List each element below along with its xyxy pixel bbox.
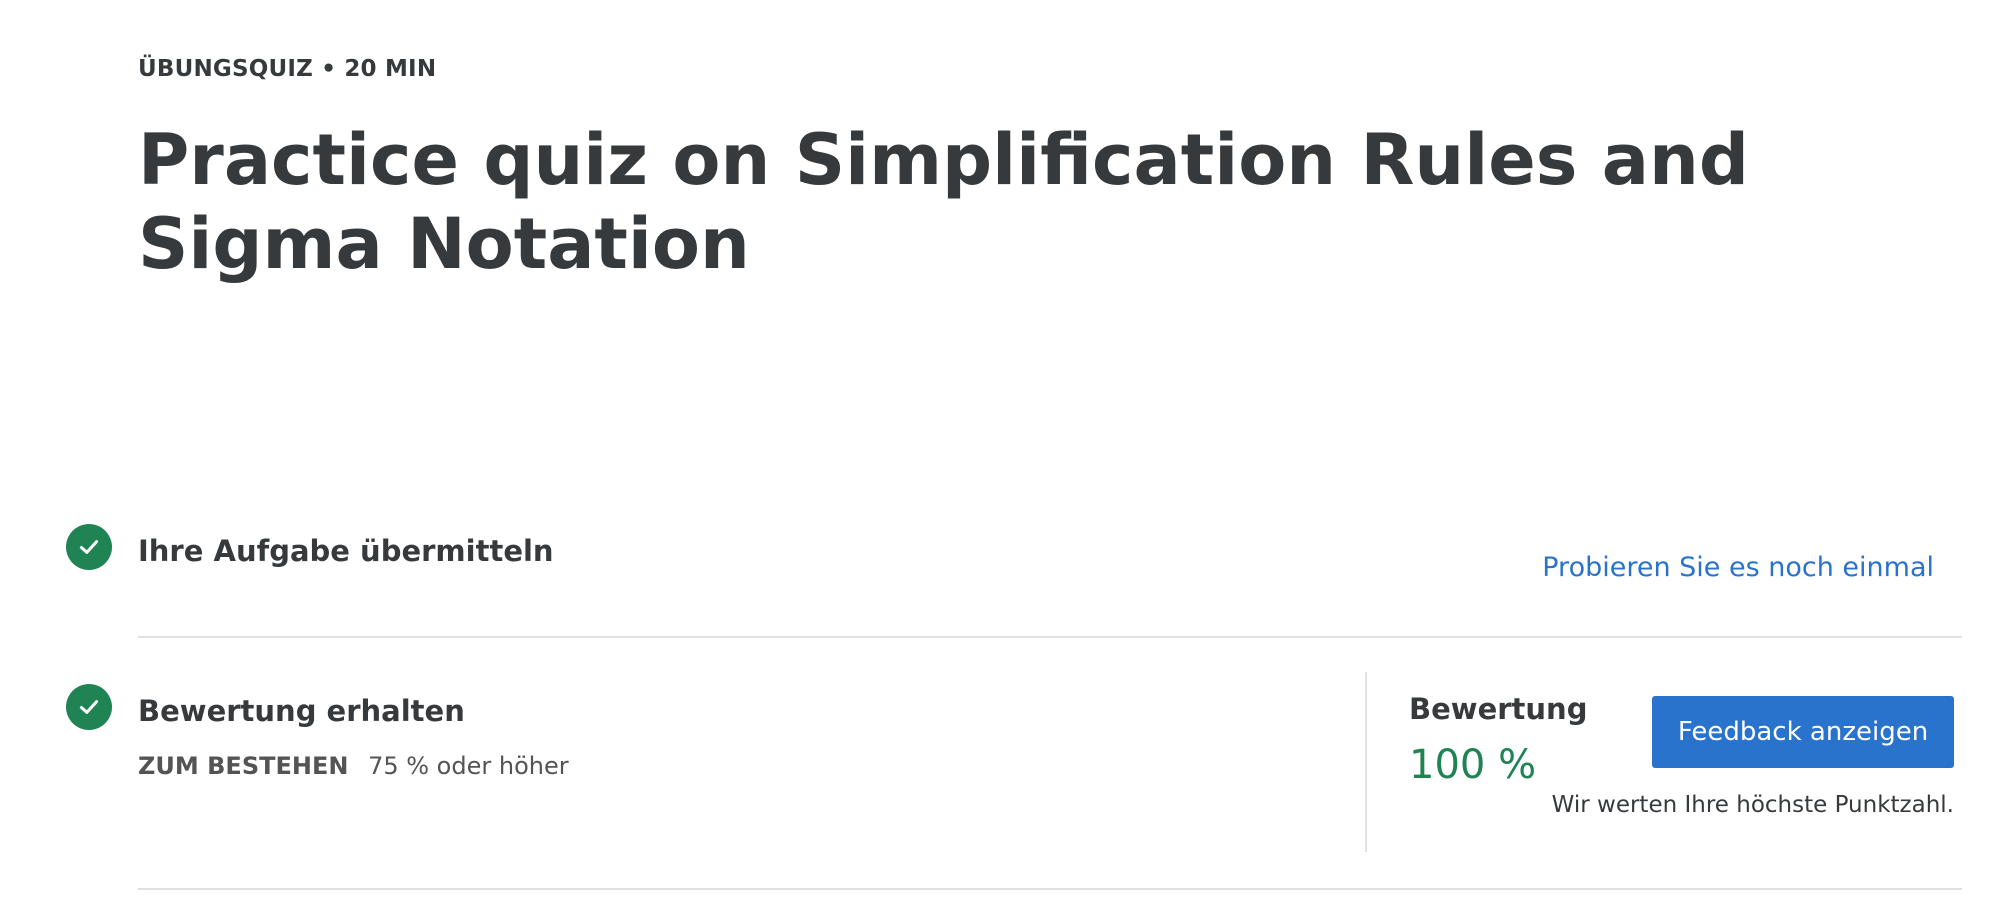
- check-circle-icon: [66, 524, 112, 570]
- check-circle-icon: [66, 684, 112, 730]
- section-divider: [138, 888, 1962, 890]
- pass-value: 75 % oder höher: [368, 752, 569, 780]
- feedback-button[interactable]: Feedback anzeigen: [1652, 696, 1954, 768]
- checkmark-glyph: [79, 540, 99, 554]
- grade-divider: [1365, 672, 1367, 852]
- quiz-eyebrow: ÜBUNGSQUIZ • 20 MIN: [138, 56, 437, 82]
- section-divider: [138, 636, 1962, 638]
- pass-label: ZUM BESTEHEN: [138, 752, 349, 780]
- page-title: Practice quiz on Simplification Rules an…: [138, 119, 1749, 285]
- step-grade-title: Bewertung erhalten: [138, 694, 465, 728]
- retry-link[interactable]: Probieren Sie es noch einmal: [1542, 552, 1934, 583]
- grade-label: Bewertung: [1409, 692, 1588, 726]
- checkmark-glyph: [79, 700, 99, 714]
- pass-requirement: ZUM BESTEHEN 75 % oder höher: [138, 752, 569, 780]
- step-submit-title: Ihre Aufgabe übermitteln: [138, 534, 554, 568]
- grade-value: 100 %: [1409, 742, 1537, 788]
- highest-score-note: Wir werten Ihre höchste Punktzahl.: [1551, 792, 1954, 818]
